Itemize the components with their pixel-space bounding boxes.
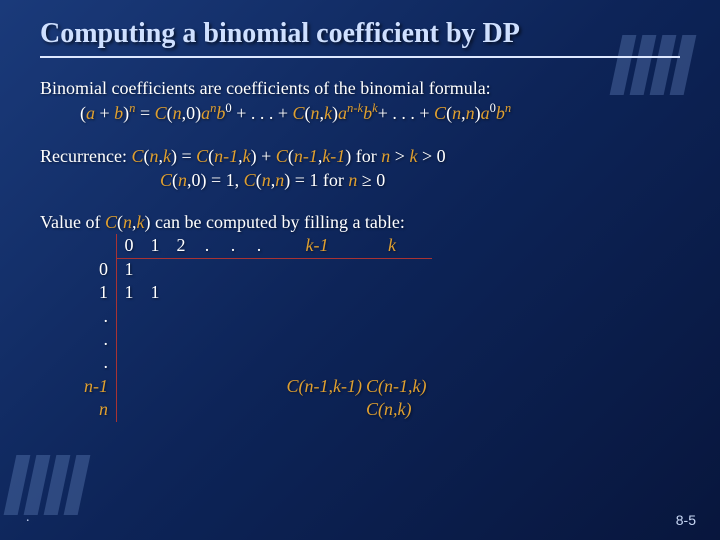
slide-content: Computing a binomial coefficient by DP B… <box>0 0 720 470</box>
table-intro-2: can be computed by filling a table: <box>151 212 405 232</box>
page-number: 8-5 <box>676 512 696 528</box>
recurrence-label: Recurrence: <box>40 146 131 166</box>
table-block: Value of C(n,k) can be computed by filli… <box>40 210 680 421</box>
binomial-formula: (a + b)n = C(n,0)anb0 + . . . + C(n,k)an… <box>40 103 511 123</box>
table-hline <box>116 258 432 259</box>
table-vline <box>116 234 117 421</box>
recurrence-base: C(n,0) = 1, C(n,n) = 1 for n ≥ 0 <box>40 170 385 190</box>
dp-table: 0 1 2 . . . k-1 k 0 1 1 11 . . <box>80 234 422 421</box>
intro-block: Binomial coefficients are coefficients o… <box>40 76 680 126</box>
dp-table-wrapper: 0 1 2 . . . k-1 k 0 1 1 11 . . <box>40 234 680 421</box>
table-grid: 0 1 2 . . . k-1 k 0 1 1 11 . . <box>80 234 422 421</box>
table-intro-1: Value of <box>40 212 105 232</box>
intro-text: Binomial coefficients are coefficients o… <box>40 78 491 98</box>
slide-title: Computing a binomial coefficient by DP <box>40 18 680 58</box>
recurrence-block: Recurrence: C(n,k) = C(n-1,k) + C(n-1,k-… <box>40 144 680 193</box>
footer-dot: . <box>26 510 30 526</box>
